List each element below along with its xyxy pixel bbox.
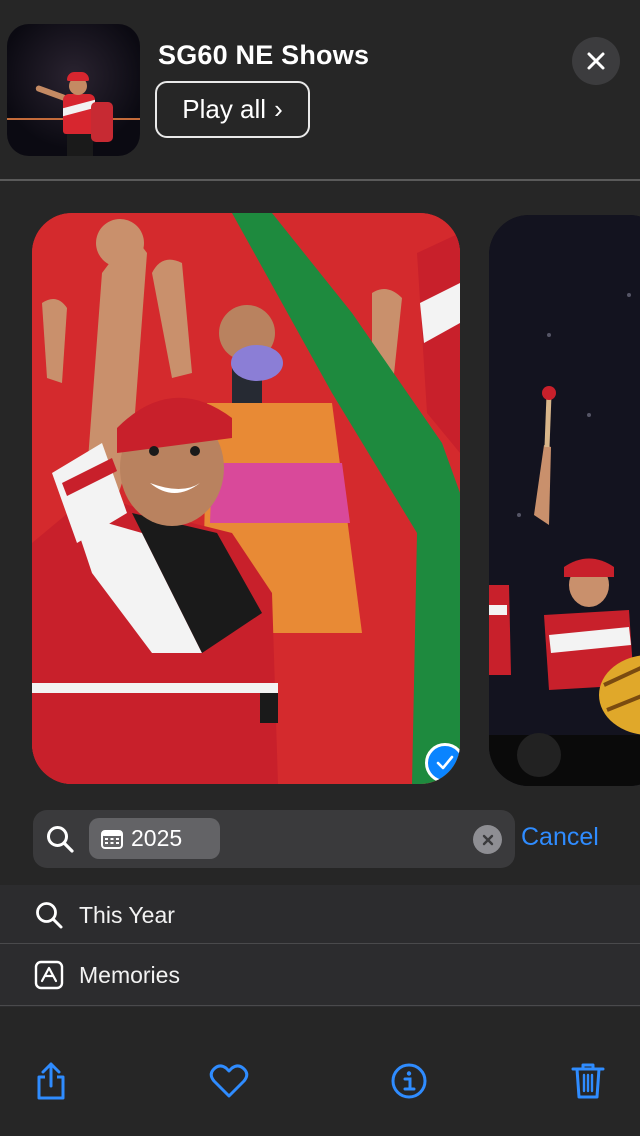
memories-icon xyxy=(34,960,64,990)
search-bar: 2025 Cancel xyxy=(0,803,640,885)
cancel-button[interactable]: Cancel xyxy=(521,823,599,852)
drummer-photo xyxy=(489,215,640,786)
share-icon xyxy=(37,1062,65,1100)
clear-x-icon xyxy=(482,834,493,845)
album-title: SG60 NE Shows xyxy=(158,40,370,70)
thumbnail-second-performer xyxy=(91,102,113,142)
search-token-date[interactable]: 2025 xyxy=(89,818,220,859)
heart-icon xyxy=(209,1064,249,1098)
thumbnail-performer-legs xyxy=(67,132,93,156)
bottom-toolbar xyxy=(0,1007,640,1136)
trash-icon xyxy=(571,1063,605,1099)
photo-carousel[interactable] xyxy=(0,181,640,803)
play-all-button[interactable]: Play all › xyxy=(155,81,310,138)
photo-next[interactable] xyxy=(489,215,640,786)
magnifying-glass-icon xyxy=(36,902,63,929)
info-icon xyxy=(391,1063,427,1099)
checkmark-icon xyxy=(436,755,454,770)
search-token-label: 2025 xyxy=(131,825,183,851)
album-header: SG60 NE Shows Play all › xyxy=(0,0,640,181)
close-icon xyxy=(587,52,605,70)
suggestion-label: Memories xyxy=(79,961,180,988)
calendar-icon xyxy=(101,829,123,849)
search-field[interactable]: 2025 xyxy=(33,810,515,868)
chevron-right-icon: › xyxy=(274,94,283,124)
album-thumbnail[interactable] xyxy=(7,24,140,156)
clear-search-button[interactable] xyxy=(473,825,502,854)
suggestion-divider xyxy=(0,943,640,944)
performer-photo xyxy=(32,213,460,784)
suggestion-label: This Year xyxy=(79,901,175,928)
magnifying-glass-icon xyxy=(47,826,74,853)
close-button[interactable] xyxy=(572,37,620,85)
suggestion-this-year[interactable]: This Year xyxy=(0,885,640,945)
favorite-button[interactable] xyxy=(207,1059,251,1103)
delete-button[interactable] xyxy=(566,1059,610,1103)
selected-checkmark-badge xyxy=(425,743,460,783)
suggestion-memories[interactable]: Memories xyxy=(0,945,640,1005)
info-button[interactable] xyxy=(387,1059,431,1103)
share-button[interactable] xyxy=(29,1059,73,1103)
thumbnail-performer-cap xyxy=(67,72,89,81)
search-suggestions: This Year Memories xyxy=(0,885,640,1007)
photo-main-selected[interactable] xyxy=(32,213,460,784)
suggestion-divider xyxy=(0,1005,640,1006)
play-all-label: Play all xyxy=(182,94,267,124)
